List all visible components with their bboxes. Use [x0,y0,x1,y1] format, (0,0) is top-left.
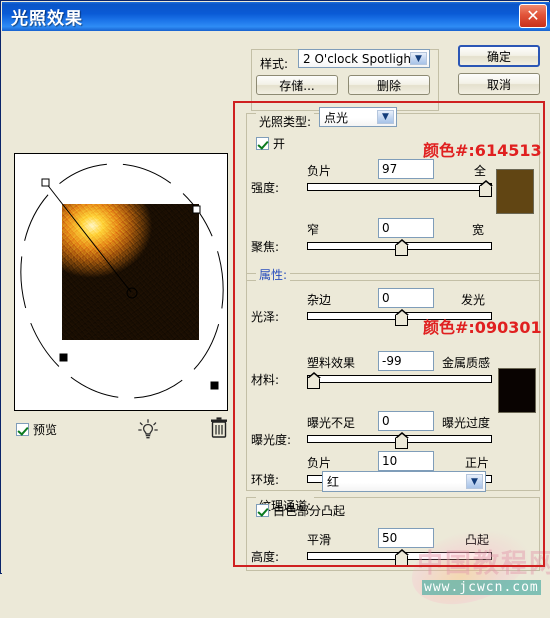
slider-thumb[interactable] [395,432,409,449]
cancel-button[interactable]: 取消 [458,73,540,95]
ok-button[interactable]: 确定 [458,45,540,67]
slider-thumb[interactable] [395,549,409,566]
watermark-url: www.jcwcn.com [422,580,541,595]
height-label: 高度: [251,550,280,564]
gloss-label: 光泽: [251,310,280,324]
style-label: 样式: [260,57,289,71]
checkbox-check-icon [256,504,269,517]
color-annotation-intensity: 颜色#:614513 [423,141,542,160]
preview-controls: 预览 [14,417,228,441]
style-combo-value: 2 O'clock Spotlight [303,51,416,66]
preview-checkbox-label: 预览 [33,423,58,437]
focus-label: 聚焦: [251,240,280,254]
exposure-label: 曝光度: [251,433,292,447]
ambience-max-label: 正片 [465,456,490,470]
exposure-input[interactable]: 0 [378,411,434,431]
light-type-value: 点光 [324,110,349,125]
light-ellipse-overlay[interactable] [15,154,229,412]
slider-thumb[interactable] [479,180,493,197]
slider-thumb[interactable] [307,372,321,389]
material-slider[interactable] [307,372,492,389]
preview-canvas[interactable] [14,153,228,411]
white-is-high-checkbox[interactable]: 白色部分凸起 [256,502,345,519]
checkbox-check-icon [256,137,269,150]
focus-min-label: 窄 [307,223,320,237]
slider-thumb[interactable] [395,239,409,256]
material-color-swatch[interactable] [498,368,536,413]
exposure-slider[interactable] [307,432,492,449]
title-bar: 光照效果 ✕ [2,2,550,31]
material-max-label: 金属质感 [442,356,491,370]
exposure-max-label: 曝光过度 [442,416,491,430]
intensity-min-label: 负片 [307,164,332,178]
save-style-button[interactable]: 存储... [256,75,338,95]
slider-track [307,183,492,191]
slider-track [307,375,492,383]
gloss-min-label: 杂边 [307,293,332,307]
chevron-down-icon[interactable]: ▼ [377,110,394,124]
light-on-label: 开 [273,137,286,151]
dialog-body: 样式: 2 O'clock Spotlight ▼ 存储... 删除 确定 取消 [2,31,550,618]
texture-channel-value: 红 [327,475,340,489]
ambience-input[interactable]: 10 [378,451,434,471]
close-icon[interactable]: ✕ [519,4,547,28]
material-input[interactable]: -99 [378,351,434,371]
delete-style-button[interactable]: 删除 [348,75,430,95]
light-type-combo[interactable]: 点光 ▼ [319,107,397,127]
material-label: 材料: [251,373,280,387]
watermark-site-name: 中国教程网 [417,549,550,579]
preview-checkbox[interactable]: 预览 [16,421,57,438]
properties-group-title: 属性: [256,266,291,283]
color-annotation-material: 颜色#:090301 [423,318,542,337]
intensity-label: 强度: [251,181,280,195]
window-title: 光照效果 [11,9,83,29]
focus-input[interactable]: 0 [378,218,434,238]
intensity-max-label: 全 [474,164,487,178]
slider-thumb[interactable] [395,309,409,326]
checkbox-check-icon [16,423,29,436]
intensity-slider[interactable] [307,180,493,197]
white-is-high-label: 白色部分凸起 [273,504,346,518]
focus-max-label: 宽 [472,223,485,237]
chevron-down-icon[interactable]: ▼ [466,474,483,489]
style-combo[interactable]: 2 O'clock Spotlight ▼ [298,49,430,68]
light-type-label: 光照类型: [256,113,315,130]
light-color-swatch[interactable] [496,169,534,214]
gloss-max-label: 发光 [461,293,486,307]
focus-slider[interactable] [307,239,492,256]
chevron-down-icon[interactable]: ▼ [410,52,427,65]
ambience-min-label: 负片 [307,456,332,470]
exposure-min-label: 曝光不足 [307,416,356,430]
lighting-effects-dialog: 光照效果 ✕ 样式: 2 O'clock Spotlight ▼ 存储... 删… [0,0,550,618]
light-bulb-icon[interactable] [138,419,158,441]
material-min-label: 塑料效果 [307,356,356,370]
trash-can-icon[interactable] [210,417,228,439]
height-min-label: 平滑 [307,533,332,547]
intensity-input[interactable]: 97 [378,159,434,179]
light-on-checkbox[interactable]: 开 [256,135,285,152]
texture-channel-combo[interactable]: 红 ▼ [322,471,486,492]
gloss-input[interactable]: 0 [378,288,434,308]
ambience-label: 环境: [251,473,280,487]
